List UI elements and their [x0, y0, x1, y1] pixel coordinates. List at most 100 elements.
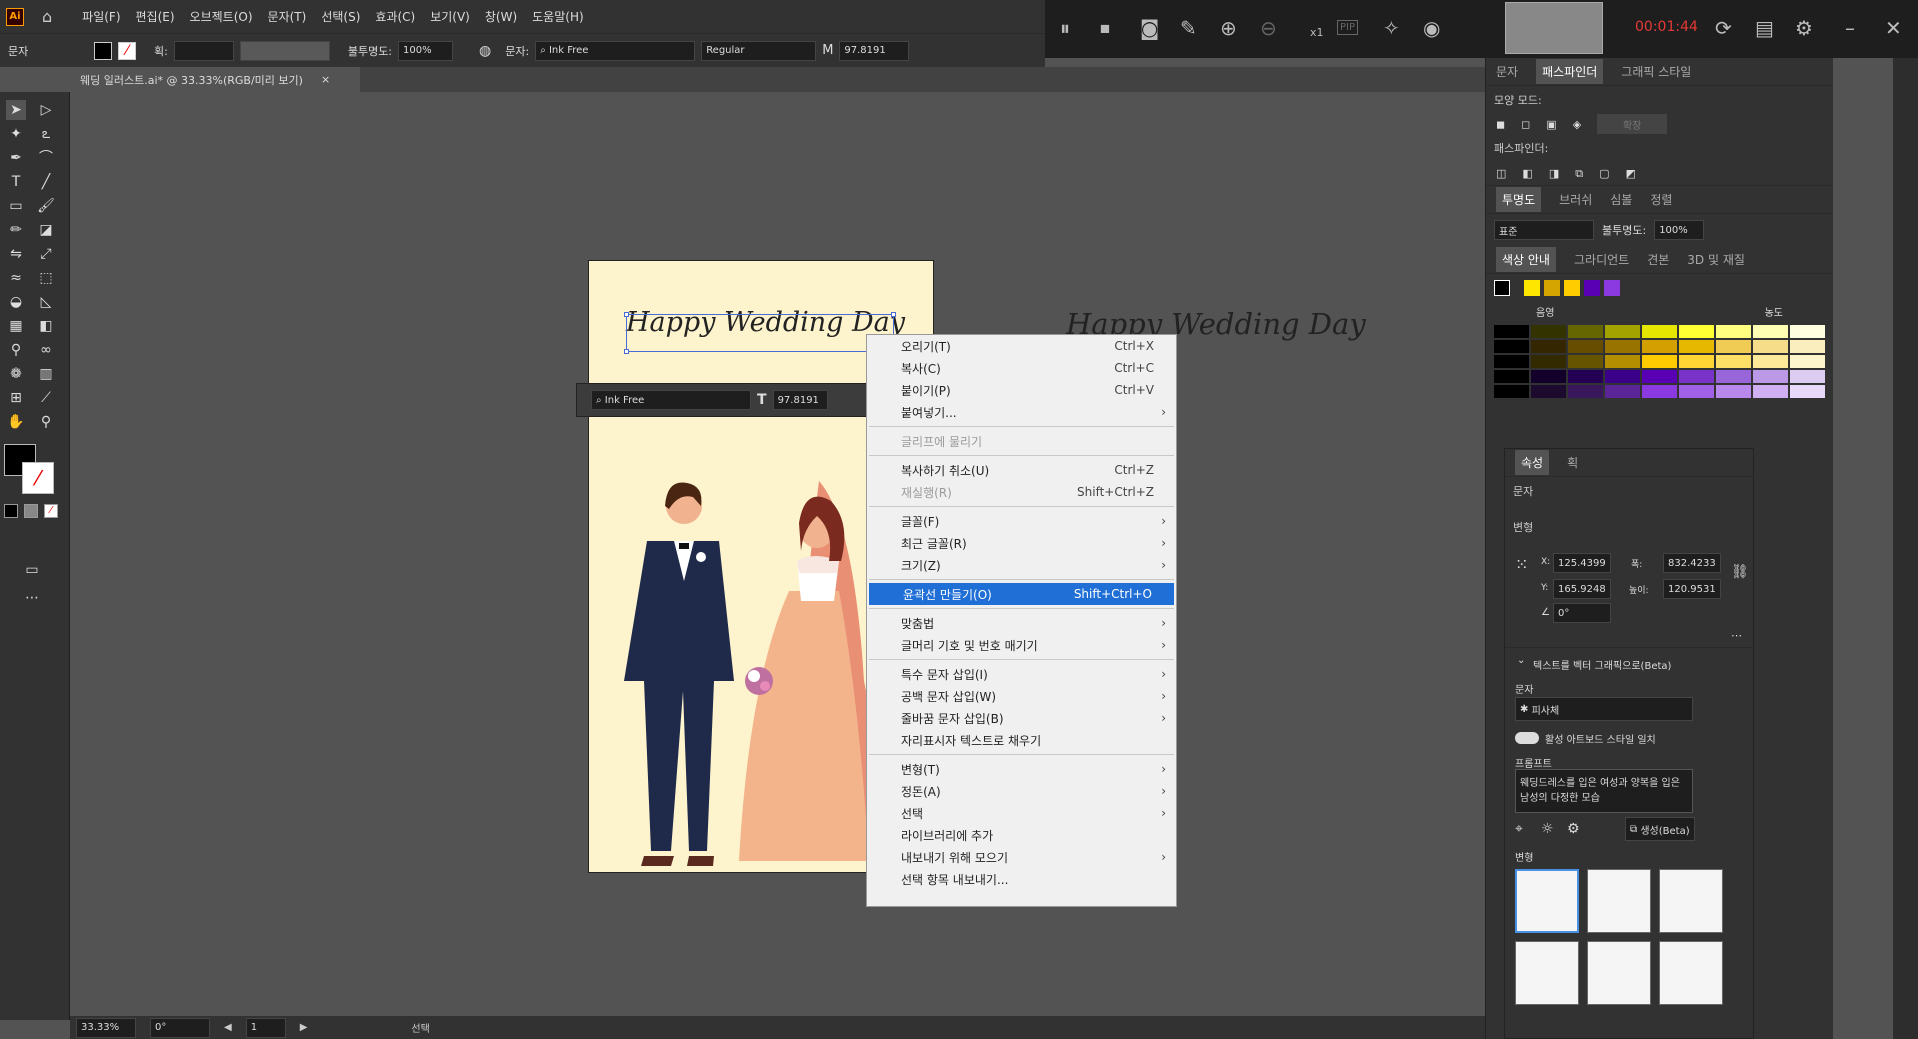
- trim-icon[interactable]: ◧: [1522, 167, 1532, 180]
- crop-icon[interactable]: ⧉: [1575, 167, 1583, 181]
- merge-icon[interactable]: ◨: [1549, 167, 1559, 180]
- context-menu-item[interactable]: 글머리 기호 및 번호 매기기 ›: [867, 634, 1176, 656]
- subject-select[interactable]: ✱ 피사체: [1515, 697, 1693, 721]
- gear-icon[interactable]: ⚙: [1567, 821, 1580, 837]
- minus-back-icon[interactable]: ◩: [1625, 167, 1635, 180]
- harmony-swatch[interactable]: [1564, 280, 1580, 296]
- stroke-style-field[interactable]: [239, 40, 330, 61]
- minus-front-icon[interactable]: ◻: [1521, 118, 1530, 131]
- context-menu-item[interactable]: 크기(Z) ›: [867, 554, 1176, 576]
- magic-wand-tool-icon[interactable]: ✦: [6, 124, 26, 144]
- mesh-tool-icon[interactable]: ▦: [6, 316, 26, 336]
- text-selection-box[interactable]: [624, 312, 896, 354]
- context-menu-item[interactable]: 맞춤법 ›: [867, 612, 1176, 634]
- context-menu-item[interactable]: 줄바꿈 문자 삽입(B) ›: [867, 707, 1176, 729]
- angle-field[interactable]: 0°: [1553, 603, 1611, 623]
- menu-help[interactable]: 도움말(H): [532, 8, 584, 25]
- settings-icon[interactable]: ⚙: [1795, 16, 1813, 40]
- paintbrush-tool-icon[interactable]: 🖌: [36, 196, 56, 216]
- tab-pathfinder[interactable]: 패스파인더: [1536, 59, 1604, 84]
- harmony-swatch[interactable]: [1604, 280, 1620, 296]
- menu-select[interactable]: 선택(S): [321, 8, 360, 25]
- document-tab[interactable]: 웨딩 일러스트.ai* @ 33.33%(RGB/미리 보기) ×: [70, 67, 360, 92]
- tab-character[interactable]: 문자: [1496, 63, 1518, 80]
- ctx-font-field[interactable]: ⌕ Ink Free: [591, 390, 751, 410]
- harmony-swatch[interactable]: [1544, 280, 1560, 296]
- ctx-font-size-field[interactable]: 97.8191: [772, 390, 828, 410]
- gradient-tool-icon[interactable]: ◧: [36, 316, 56, 336]
- font-size-field[interactable]: 97.8191: [839, 40, 910, 61]
- selection-handle[interactable]: [624, 349, 629, 354]
- prev-artboard-icon[interactable]: ◀: [224, 1022, 232, 1033]
- intersect-icon[interactable]: ▣: [1546, 118, 1556, 131]
- graph-tool-icon[interactable]: ▥: [36, 364, 56, 384]
- menu-effect[interactable]: 효과(C): [375, 8, 415, 25]
- tab-stroke[interactable]: 획: [1567, 454, 1578, 471]
- context-menu-item[interactable]: 복사(C) Ctrl+C: [867, 357, 1176, 379]
- tab-brushes[interactable]: 브러쉬: [1559, 191, 1592, 208]
- line-tool-icon[interactable]: ╱: [36, 172, 56, 192]
- context-menu-item[interactable]: 자리표시자 텍스트로 채우기: [867, 729, 1176, 751]
- selection-tool-icon[interactable]: ➤: [6, 100, 26, 120]
- menu-object[interactable]: 오브젝트(O): [190, 8, 253, 25]
- context-menu-item[interactable]: 최근 글꼴(R) ›: [867, 532, 1176, 554]
- exclude-icon[interactable]: ◈: [1573, 118, 1581, 131]
- prompt-textarea[interactable]: 웨딩드레스를 입은 여성과 양복을 입은 남성의 다정한 모습: [1515, 769, 1693, 813]
- stroke-color-box[interactable]: ⁄: [22, 462, 54, 494]
- pencil-tool-icon[interactable]: ✏: [6, 220, 26, 240]
- camera-icon[interactable]: ◙: [1140, 16, 1159, 40]
- warp-tool-icon[interactable]: ≈: [6, 268, 26, 288]
- menu-file[interactable]: 파일(F): [82, 8, 120, 25]
- context-menu-item[interactable]: 특수 문자 삽입(I) ›: [867, 663, 1176, 685]
- free-transform-tool-icon[interactable]: ⬚: [36, 268, 56, 288]
- reference-point-icon[interactable]: ⁙: [1515, 555, 1528, 574]
- opacity-field[interactable]: 100%: [1654, 220, 1705, 240]
- h-field[interactable]: 120.9531: [1663, 579, 1721, 599]
- opacity-field[interactable]: 100%: [398, 40, 454, 61]
- w-field[interactable]: 832.4233: [1663, 553, 1721, 573]
- tab-color-guide[interactable]: 색상 안내: [1496, 247, 1556, 272]
- menu-view[interactable]: 보기(V): [430, 8, 470, 25]
- x-field[interactable]: 125.4399: [1553, 553, 1611, 573]
- minimize-icon[interactable]: –: [1845, 16, 1855, 40]
- color-guide-grid[interactable]: [1494, 325, 1825, 398]
- eye-icon[interactable]: ◉: [1423, 16, 1440, 40]
- variation-thumbnail[interactable]: [1515, 869, 1579, 933]
- harmony-swatch[interactable]: [1584, 280, 1600, 296]
- next-artboard-icon[interactable]: ▶: [300, 1022, 308, 1033]
- perspective-tool-icon[interactable]: ◺: [36, 292, 56, 312]
- chevron-down-icon[interactable]: ⌄: [1517, 655, 1525, 666]
- scale-tool-icon[interactable]: ⤢: [36, 244, 56, 264]
- pencil-icon[interactable]: ✎: [1180, 16, 1197, 40]
- stroke-weight-field[interactable]: [173, 40, 234, 61]
- tab-swatches[interactable]: 견본: [1647, 251, 1669, 268]
- generate-button[interactable]: ⧉ 생성(Beta): [1625, 817, 1695, 841]
- harmony-swatch[interactable]: [1524, 280, 1540, 296]
- font-family-field[interactable]: ⌕ Ink Free: [535, 40, 696, 61]
- slice-tool-icon[interactable]: ⟋: [36, 388, 56, 408]
- zoom-out-icon[interactable]: ⊖: [1260, 16, 1277, 40]
- tab-transparency[interactable]: 투명도: [1496, 187, 1542, 212]
- menu-window[interactable]: 창(W): [485, 8, 517, 25]
- type-tool-icon[interactable]: T: [6, 172, 26, 192]
- variation-thumbnail[interactable]: [1659, 869, 1723, 933]
- variation-thumbnail[interactable]: [1515, 941, 1579, 1005]
- tab-gradient[interactable]: 그라디언트: [1574, 251, 1629, 268]
- context-menu-item[interactable]: 윤곽선 만들기(O) Shift+Ctrl+O: [869, 583, 1174, 605]
- selection-handle[interactable]: [624, 312, 629, 317]
- font-style-field[interactable]: Regular: [701, 40, 817, 61]
- context-menu-item[interactable]: 붙여넣기... ›: [867, 401, 1176, 423]
- globe-icon[interactable]: ◍: [479, 43, 491, 59]
- more-options-icon[interactable]: ⋯: [1731, 629, 1742, 642]
- lightbulb-icon[interactable]: ☼: [1541, 821, 1554, 837]
- curvature-tool-icon[interactable]: ⌒: [36, 148, 56, 168]
- variation-thumbnail[interactable]: [1587, 869, 1651, 933]
- match-style-toggle[interactable]: [1515, 732, 1539, 744]
- context-menu-item[interactable]: 변형(T) ›: [867, 758, 1176, 780]
- fill-swatch[interactable]: [94, 41, 112, 60]
- eraser-tool-icon[interactable]: ◪: [36, 220, 56, 240]
- link-icon[interactable]: ⛓: [1731, 564, 1749, 580]
- base-color-swatch[interactable]: [1494, 280, 1510, 296]
- outline-icon[interactable]: ▢: [1599, 167, 1609, 180]
- reflect-tool-icon[interactable]: ⇋: [6, 244, 26, 264]
